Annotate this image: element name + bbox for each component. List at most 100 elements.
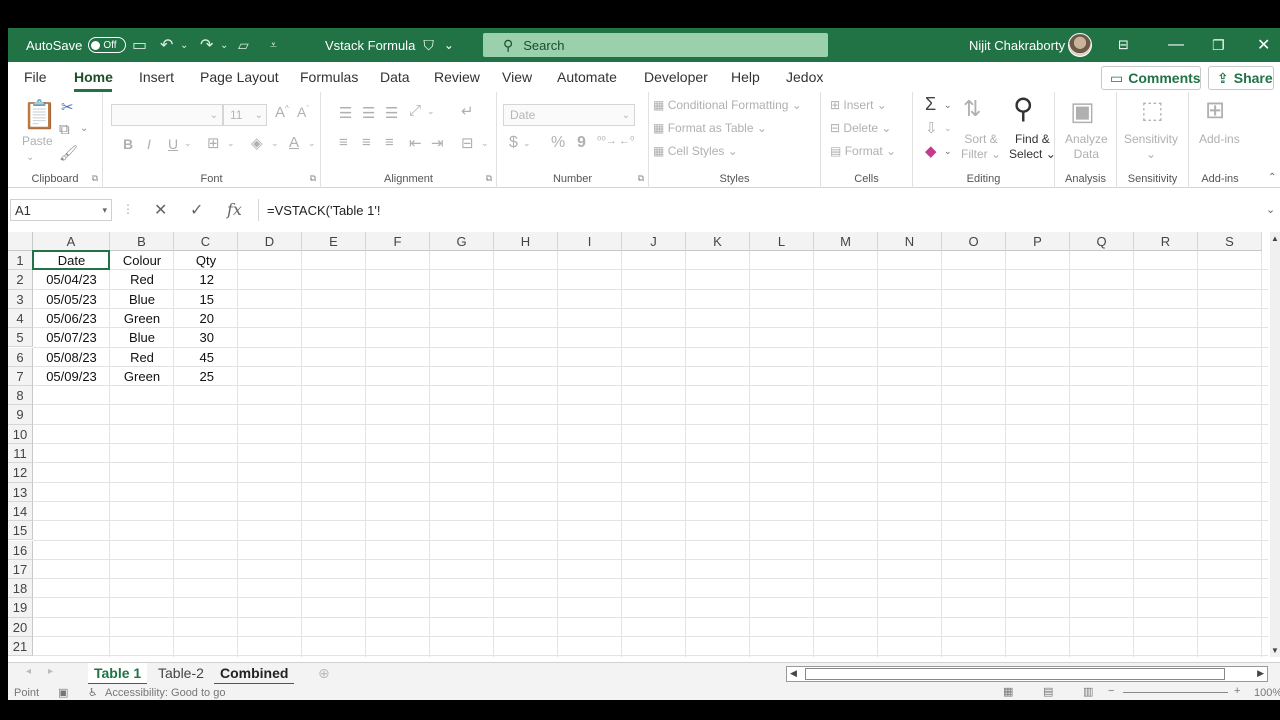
sensitivity-icon[interactable]: ⬚	[1141, 96, 1164, 125]
align-top-icon[interactable]: ☰	[339, 104, 352, 122]
open-folder-icon[interactable]: ▱	[238, 28, 249, 62]
cell-date[interactable]: 05/05/23	[33, 290, 110, 309]
paste-dropdown-icon[interactable]: ⌄	[26, 152, 34, 163]
cut-icon[interactable]: ✂	[61, 98, 74, 116]
share-button[interactable]: ⇪ Share	[1208, 66, 1274, 90]
tab-file[interactable]: File	[24, 69, 47, 85]
row-header-16[interactable]: 16	[8, 540, 33, 560]
customize-qat-icon[interactable]: ⩡	[270, 28, 277, 62]
zoom-level[interactable]: 100%	[1254, 687, 1280, 699]
clipboard-launcher-icon[interactable]: ⧉	[92, 173, 98, 184]
row-header-4[interactable]: 4	[8, 308, 33, 329]
tab-data[interactable]: Data	[380, 69, 410, 85]
column-header-d[interactable]: D	[238, 232, 302, 251]
column-header-g[interactable]: G	[430, 232, 494, 251]
row-header-14[interactable]: 14	[8, 501, 33, 522]
number-launcher-icon[interactable]: ⧉	[638, 173, 644, 184]
page-break-view-icon[interactable]: ▥	[1083, 685, 1093, 698]
row-header-3[interactable]: 3	[8, 289, 33, 309]
column-header-r[interactable]: R	[1134, 232, 1198, 251]
sort-filter-button[interactable]: Sort & Filter ⌄	[961, 132, 1001, 162]
zoom-in-icon[interactable]: +	[1234, 685, 1240, 697]
next-sheet-icon[interactable]: ▸	[48, 666, 53, 677]
enter-icon[interactable]: ✓	[190, 200, 203, 220]
decrease-decimal-icon[interactable]: ←⁰	[619, 134, 634, 147]
font-name-select[interactable]: ⌄	[111, 104, 223, 126]
page-layout-view-icon[interactable]: ▤	[1043, 685, 1053, 698]
horizontal-scrollbar[interactable]: ◀ ▶	[786, 666, 1268, 682]
tab-formulas[interactable]: Formulas	[300, 69, 358, 85]
close-icon[interactable]: ✕	[1257, 28, 1270, 62]
copy-icon[interactable]: ⧉	[59, 121, 70, 138]
paste-icon[interactable]: 📋	[22, 98, 57, 131]
select-all-corner[interactable]	[8, 232, 33, 251]
conditional-formatting-button[interactable]: ▦ Conditional Formatting ⌄	[653, 98, 802, 112]
merge-dropdown-icon[interactable]: ⌄	[481, 138, 489, 149]
cell-colour[interactable]: Red	[110, 348, 174, 367]
currency-button[interactable]: $	[509, 134, 518, 152]
sheet-tab-table-1[interactable]: Table 1	[88, 663, 148, 685]
sheet-tab-combined[interactable]: Combined	[214, 663, 295, 685]
row-header-10[interactable]: 10	[8, 424, 33, 444]
underline-button[interactable]: U	[168, 136, 178, 152]
tab-developer[interactable]: Developer	[644, 69, 708, 85]
format-as-table-button[interactable]: ▦ Format as Table ⌄	[653, 121, 767, 135]
collapse-ribbon-icon[interactable]: ⌃	[1268, 172, 1276, 183]
analyze-data-icon[interactable]: ▣	[1070, 96, 1095, 127]
align-middle-icon[interactable]: ☰	[362, 104, 375, 122]
font-size-select[interactable]: 11 ⌄	[223, 104, 267, 126]
scroll-left-icon[interactable]: ◀	[790, 668, 797, 679]
clear-icon[interactable]: ◆	[925, 142, 937, 160]
insert-cells-button[interactable]: ⊞ Insert ⌄	[830, 98, 887, 112]
sensitivity-button[interactable]: Sensitivity ⌄	[1124, 132, 1178, 162]
spreadsheet-grid[interactable]: A B C D E F G H I J K L M N O P Q R S 1 2 3 4 5 6 7 8 9 10 11 12 13 14 15…	[8, 232, 1268, 657]
header-cell-colour[interactable]: Colour	[110, 251, 174, 270]
accessibility-status[interactable]: Accessibility: Good to go	[105, 687, 225, 699]
row-header-21[interactable]: 21	[8, 637, 33, 657]
add-sheet-icon[interactable]: ⊕	[318, 665, 330, 682]
sort-filter-icon[interactable]: ⇅	[963, 96, 981, 122]
copy-dropdown-icon[interactable]: ⌄	[80, 123, 88, 134]
row-header-13[interactable]: 13	[8, 482, 33, 502]
align-center-icon[interactable]: ≡	[362, 134, 371, 151]
column-header-k[interactable]: K	[686, 232, 750, 251]
tab-view[interactable]: View	[502, 69, 532, 85]
comma-button[interactable]: 9	[577, 134, 586, 152]
fill-dropdown-icon[interactable]: ⌄	[944, 123, 952, 134]
user-name[interactable]: Nijit Chakraborty	[969, 28, 1065, 62]
column-header-o[interactable]: O	[942, 232, 1006, 251]
vertical-scrollbar[interactable]: ▲ ▼	[1270, 232, 1280, 657]
redo-icon[interactable]: ↷	[200, 28, 213, 62]
row-header-6[interactable]: 6	[8, 347, 33, 367]
save-icon[interactable]: ▭	[132, 28, 147, 62]
cell-qty[interactable]: 12	[174, 270, 238, 289]
column-header-l[interactable]: L	[750, 232, 814, 251]
orientation-icon[interactable]: ⤢	[409, 102, 421, 119]
row-header-15[interactable]: 15	[8, 521, 33, 541]
cell-date[interactable]: 05/07/23	[33, 328, 110, 347]
expand-formula-icon[interactable]: ⌄	[1266, 203, 1275, 216]
cell-qty[interactable]: 30	[174, 328, 238, 347]
column-header-a[interactable]: A	[33, 232, 110, 251]
cell-colour[interactable]: Green	[110, 309, 174, 328]
increase-decimal-icon[interactable]: ⁰⁰→	[597, 134, 617, 147]
align-right-icon[interactable]: ≡	[385, 134, 394, 151]
align-bottom-icon[interactable]: ☰	[385, 104, 398, 122]
column-header-j[interactable]: J	[622, 232, 686, 251]
underline-dropdown-icon[interactable]: ⌄	[184, 138, 192, 149]
cell-qty[interactable]: 45	[174, 348, 238, 367]
row-header-17[interactable]: 17	[8, 559, 33, 580]
normal-view-icon[interactable]: ▦	[1003, 685, 1013, 698]
tab-page-layout[interactable]: Page Layout	[200, 69, 279, 85]
column-header-n[interactable]: N	[878, 232, 942, 251]
format-cells-button[interactable]: ▤ Format ⌄	[830, 144, 896, 158]
cell-date[interactable]: 05/08/23	[33, 348, 110, 367]
cell-colour[interactable]: Red	[110, 270, 174, 289]
cell-colour[interactable]: Blue	[110, 328, 174, 347]
clear-dropdown-icon[interactable]: ⌄	[944, 146, 952, 157]
row-header-18[interactable]: 18	[8, 579, 33, 599]
cell-qty[interactable]: 15	[174, 290, 238, 309]
column-header-c[interactable]: C	[174, 232, 238, 251]
tab-insert[interactable]: Insert	[139, 69, 174, 85]
autosave-toggle[interactable]: Off	[88, 37, 127, 53]
